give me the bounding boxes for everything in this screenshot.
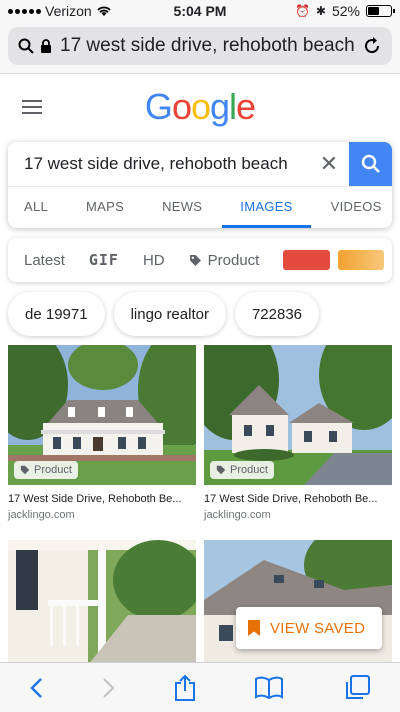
view-saved-button[interactable]: VIEW SAVED <box>236 607 382 649</box>
product-badge: Product <box>210 461 274 479</box>
tab-maps[interactable]: MAPS <box>64 187 140 228</box>
result-domain: jacklingo.com <box>8 509 75 521</box>
result-thumbnail[interactable]: Product <box>8 345 196 485</box>
bookmark-icon <box>248 620 260 636</box>
chip-lingo-realtor[interactable]: lingo realtor <box>113 292 226 336</box>
google-logo[interactable]: Google <box>0 86 400 128</box>
battery-icon <box>366 5 395 17</box>
address-bar[interactable]: 17 west side drive, rehoboth beach <box>8 27 392 65</box>
search-icon <box>18 38 34 54</box>
tabs-icon[interactable] <box>343 674 371 702</box>
battery-fill <box>368 7 380 15</box>
image-result[interactable] <box>8 540 196 665</box>
filter-product-label: Product <box>207 251 260 269</box>
reload-icon[interactable] <box>362 36 382 56</box>
color-swatch-orange[interactable] <box>337 250 384 270</box>
filter-latest[interactable]: Latest <box>24 252 65 269</box>
result-domain: jacklingo.com <box>204 509 271 521</box>
search-icon <box>361 154 380 173</box>
bluetooth-icon: ✱ <box>315 4 326 18</box>
battery-percent: 52% <box>331 3 360 19</box>
logo-letter: o <box>190 86 211 127</box>
alarm-icon: ⏰ <box>294 4 310 18</box>
share-icon[interactable] <box>174 674 196 702</box>
forward-icon[interactable] <box>102 677 116 699</box>
tag-icon <box>189 254 201 266</box>
tag-icon <box>20 465 30 475</box>
tab-all[interactable]: ALL <box>8 187 64 228</box>
chip-722836[interactable]: 722836 <box>234 292 320 336</box>
google-header: Google <box>0 76 400 140</box>
bookmarks-icon[interactable] <box>254 676 284 700</box>
chip-de-19971[interactable]: de 19971 <box>8 292 105 336</box>
logo-letter: o <box>171 86 192 127</box>
logo-letter: g <box>210 86 230 127</box>
search-row: 17 west side drive, rehoboth beach ✕ <box>8 142 392 186</box>
product-badge: Product <box>14 461 78 479</box>
search-input[interactable]: 17 west side drive, rehoboth beach <box>8 154 309 174</box>
filter-product[interactable]: Product <box>189 251 260 269</box>
filter-hd[interactable]: HD <box>143 252 165 269</box>
related-chips: de 19971 lingo realtor 722836 <box>8 292 400 336</box>
lock-icon <box>41 38 51 53</box>
image-result[interactable]: Product 17 West Side Drive, Rehoboth Be.… <box>8 345 196 521</box>
browser-url-area: 17 west side drive, rehoboth beach <box>0 22 400 74</box>
browser-toolbar <box>0 662 400 712</box>
search-button[interactable] <box>349 142 392 186</box>
badge-label: Product <box>34 464 72 476</box>
view-saved-label: VIEW SAVED <box>270 619 366 637</box>
logo-letter: e <box>236 86 256 127</box>
clear-search-button[interactable]: ✕ <box>309 151 349 177</box>
porch-photo <box>8 540 196 665</box>
logo-letter: G <box>144 86 173 127</box>
url-text: 17 west side drive, rehoboth beach <box>60 35 355 56</box>
back-icon[interactable] <box>29 677 43 699</box>
result-title[interactable]: 17 West Side Drive, Rehoboth Be... <box>8 493 196 505</box>
image-filter-bar: Latest GIF HD Product <box>8 238 392 282</box>
status-right: ⏰ ✱ 52% <box>294 3 395 19</box>
tab-videos[interactable]: VIDEOS <box>311 187 392 228</box>
color-swatch-red[interactable] <box>283 250 330 270</box>
result-thumbnail[interactable] <box>8 540 196 665</box>
tab-images[interactable]: IMAGES <box>222 187 311 228</box>
status-bar: Verizon 5:04 PM ⏰ ✱ 52% <box>0 0 400 22</box>
tab-news[interactable]: NEWS <box>140 187 218 228</box>
result-thumbnail[interactable]: Product <box>204 345 392 485</box>
image-result[interactable]: Product 17 West Side Drive, Rehoboth Be.… <box>204 345 392 521</box>
tag-icon <box>216 465 226 475</box>
search-card: 17 west side drive, rehoboth beach ✕ ALL… <box>8 142 392 228</box>
logo-letter: l <box>229 86 237 127</box>
filter-gif[interactable]: GIF <box>89 251 119 269</box>
search-tabs: ALL MAPS NEWS IMAGES VIDEOS <box>8 186 392 228</box>
result-title[interactable]: 17 West Side Drive, Rehoboth Be... <box>204 493 392 505</box>
badge-label: Product <box>230 464 268 476</box>
